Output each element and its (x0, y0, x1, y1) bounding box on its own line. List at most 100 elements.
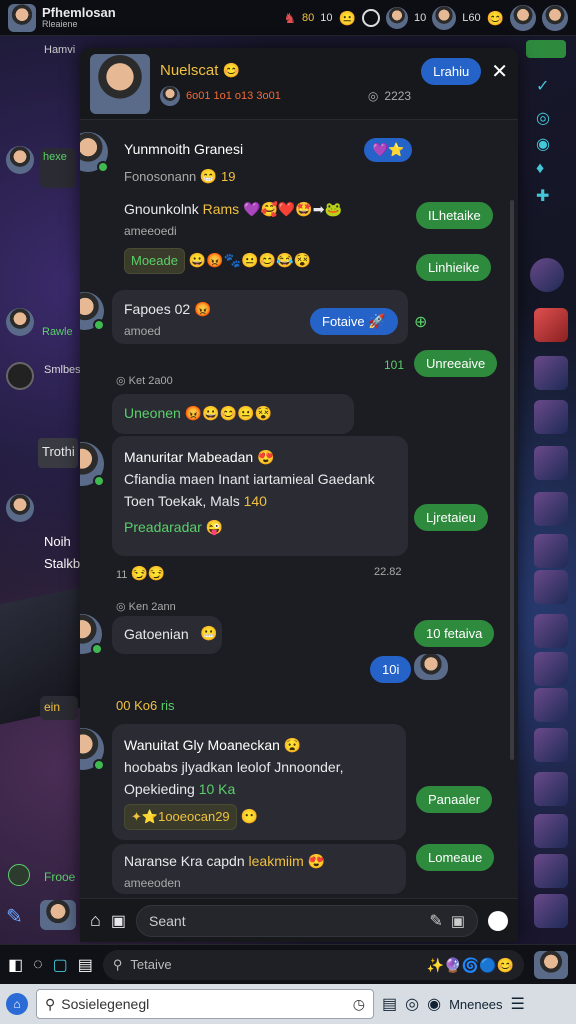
msg1-action-1[interactable]: ILhetaike (416, 202, 493, 229)
stat-1: 80 (302, 12, 314, 24)
chat-icon[interactable]: ▤ (78, 955, 93, 975)
msg7-action[interactable]: Panaaler (416, 786, 493, 813)
chat-header-info: Nuelscat 😊 6o01 1o1 o13 3o01 ◎ 2223 (160, 62, 411, 106)
right-thumb-4[interactable] (534, 446, 568, 480)
right-thumb-11[interactable] (534, 728, 568, 762)
profile-avatar[interactable] (8, 3, 36, 32)
msg8-action[interactable]: Lomeaue (416, 844, 495, 871)
right-thumb-15[interactable] (534, 894, 568, 928)
home-button-icon[interactable]: ⌂ (6, 993, 28, 1015)
left-label-top: Hamvi (44, 44, 76, 56)
left-avatar-3[interactable] (6, 494, 34, 522)
nav-profile-avatar[interactable] (534, 950, 568, 979)
right-thumb-14[interactable] (534, 854, 568, 888)
brand-title: Pfhemlosan (42, 5, 116, 20)
left-avatar-2[interactable] (6, 308, 34, 336)
left-avatar-4[interactable] (40, 900, 76, 930)
msg5-line3: Toen Toekak, Mals (124, 493, 240, 509)
msg1-pill[interactable]: Moeade (124, 248, 185, 274)
right-thumb-1[interactable] (534, 308, 568, 342)
msg5-avatar[interactable] (80, 442, 105, 487)
window-icon[interactable]: ▣ (111, 911, 126, 931)
lock-icon[interactable]: ⊕ (414, 312, 427, 332)
msg2-action[interactable]: Fotaive 🚀 (310, 308, 398, 335)
msg6-action[interactable]: 10 fetaiva (414, 620, 495, 647)
nav-tray-icons[interactable]: ✨🔮🌀🔵😊 (427, 958, 514, 972)
header-action-button[interactable]: Lrahiu (421, 58, 482, 85)
right-green-tab[interactable] (526, 40, 566, 58)
os-search[interactable]: ⚲ Sosielegenegl ◷ (36, 989, 374, 1019)
rocket-icon: 🚀 (368, 313, 386, 329)
msg4-emoji-row[interactable]: 😡😀😊😐😵 (185, 405, 272, 421)
close-icon[interactable]: ✕ (491, 59, 508, 84)
reaction-row-icons[interactable]: 😀😡🐾😐😊😂😵 (189, 252, 311, 268)
msg1-name: Yunmnoith Granesi (124, 141, 244, 157)
msg3-action[interactable]: Unreeaive (414, 350, 498, 377)
compass-icon[interactable]: ◌ (33, 956, 43, 974)
msg7-pill[interactable]: ✦⭐1ooeocan29 (124, 804, 237, 830)
right-icon-5[interactable]: ✚ (536, 186, 549, 206)
right-thumb-2[interactable] (534, 356, 568, 390)
msg1-react-button[interactable]: 💜⭐ (364, 138, 413, 162)
right-icon-2[interactable]: ◎ (536, 108, 550, 128)
attach-icon[interactable]: ▣ (451, 912, 465, 930)
friend-avatar-2[interactable] (432, 5, 457, 30)
right-icon-4[interactable]: ♦ (536, 160, 544, 178)
smiley-icon[interactable]: 😐 (339, 11, 356, 25)
friend-avatar-3[interactable] (510, 4, 536, 31)
task-app-2-icon[interactable]: ◎ (405, 994, 419, 1014)
layers-icon[interactable]: ◧ (8, 955, 23, 975)
doc-icon[interactable]: ▢ (53, 955, 68, 975)
right-thumb-7[interactable] (534, 570, 568, 604)
right-thumb-5[interactable] (534, 492, 568, 526)
right-thumb-8[interactable] (534, 614, 568, 648)
home-icon[interactable]: ⌂ (90, 910, 101, 931)
msg5-action[interactable]: Ljretaieu (414, 504, 488, 531)
right-thumb-9[interactable] (534, 652, 568, 686)
emoji-icon[interactable]: 😊 (487, 11, 504, 25)
msg6-emoji[interactable]: 😬 (200, 626, 217, 640)
timestamp-2-left-text: 11 (116, 569, 128, 581)
nav-search[interactable]: ⚲ Tetaive ✨🔮🌀🔵😊 (102, 949, 524, 980)
clock-icon[interactable] (361, 8, 380, 27)
message-input[interactable]: Seant ✎ ▣ (136, 904, 478, 937)
stat-2: 10 (414, 12, 426, 24)
right-icon-3[interactable]: ◉ (536, 134, 550, 154)
right-avatar-1[interactable] (530, 258, 564, 292)
left-icon-moon[interactable] (6, 362, 34, 390)
chat-scrollbar[interactable] (510, 200, 514, 760)
right-thumb-3[interactable] (534, 400, 568, 434)
msg1-avatar[interactable] (80, 132, 109, 173)
msg7-avatar[interactable] (80, 728, 105, 771)
menu-icon[interactable]: ☰ (511, 994, 525, 1014)
msg6-reaction-avatar[interactable] (414, 654, 448, 680)
right-thumb-10[interactable] (534, 688, 568, 722)
left-card-troth[interactable]: Trothi (38, 438, 78, 468)
msg6-blue-pill[interactable]: 10i (370, 656, 412, 683)
right-thumb-13[interactable] (534, 814, 568, 848)
msg2-avatar[interactable] (80, 292, 105, 331)
send-icon[interactable] (488, 910, 508, 931)
msg1-action-2[interactable]: Linhieike (416, 254, 492, 281)
left-card-1[interactable]: hexe (40, 148, 76, 188)
pen-icon[interactable]: ✎ (429, 911, 442, 931)
friend-avatar-4[interactable] (542, 4, 568, 31)
clock-icon[interactable]: ◷ (353, 996, 365, 1013)
right-thumb-6[interactable] (534, 534, 568, 568)
right-icon-1[interactable]: ✓ (536, 76, 549, 96)
left-card-ein[interactable]: ein (40, 696, 78, 720)
fire-icon[interactable]: ♞ (283, 11, 296, 25)
chat-header-avatar[interactable] (90, 53, 150, 114)
friend-avatar-1[interactable] (385, 6, 408, 29)
chat-title: Nuelscat (160, 61, 219, 79)
left-avatar-1[interactable] (6, 146, 34, 174)
msg3-num: 101 (384, 358, 405, 372)
task-app-1-icon[interactable]: ▤ (382, 994, 397, 1014)
msg6-avatar[interactable] (80, 614, 103, 655)
wrench-icon[interactable]: ✎ (6, 904, 23, 929)
right-thumb-12[interactable] (534, 772, 568, 806)
tongue-icon: 😜 (205, 519, 224, 535)
task-app-3-icon[interactable]: ◉ (427, 994, 441, 1014)
left-green-icon[interactable] (8, 864, 30, 886)
header-mini-avatar[interactable] (160, 85, 180, 106)
